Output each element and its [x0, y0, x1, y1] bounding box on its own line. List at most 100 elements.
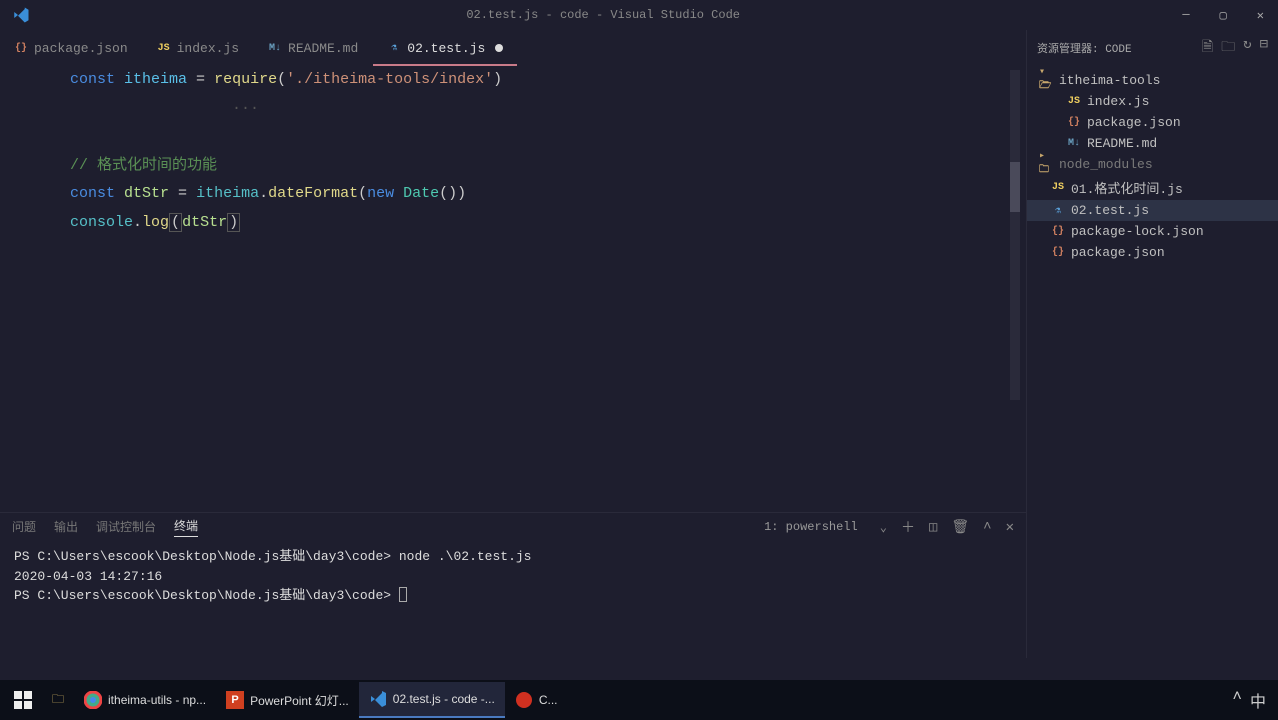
- code-line-3: console.log(dtStr): [70, 209, 1006, 238]
- md-icon: M↓: [268, 41, 282, 55]
- file-index-js[interactable]: JS index.js: [1027, 91, 1278, 112]
- tray-ime-icon[interactable]: 中: [1250, 688, 1266, 712]
- editor-area[interactable]: const itheima = require('./itheima-tools…: [0, 66, 1026, 492]
- terminal-actions: 1: powershell ⌄ ＋ ◫ 🗑 ˄ ✕: [756, 517, 1014, 537]
- terminal-shell-selector[interactable]: 1: powershell: [756, 519, 866, 535]
- code-blank: [70, 123, 1006, 152]
- tree-label: index.js: [1087, 94, 1149, 109]
- tree-label: 01.格式化时间.js: [1071, 178, 1183, 197]
- file-package-lock-json[interactable]: {} package-lock.json: [1027, 221, 1278, 242]
- title-bar: 02.test.js - code - Visual Studio Code ─…: [0, 0, 1278, 30]
- tab-label: 02.test.js: [407, 41, 485, 56]
- new-folder-icon[interactable]: 🗀: [1221, 36, 1235, 60]
- start-button[interactable]: [4, 682, 42, 718]
- taskbar-chrome[interactable]: itheima-utils - np...: [74, 682, 216, 718]
- tab-package-json[interactable]: {} package.json: [0, 30, 143, 66]
- minimize-button[interactable]: ─: [1176, 6, 1195, 25]
- file-package-json[interactable]: {} package.json: [1027, 112, 1278, 133]
- tab-index-js[interactable]: JS index.js: [143, 30, 254, 66]
- js-icon: ⚗: [387, 41, 401, 55]
- collapse-icon[interactable]: ⊟: [1260, 36, 1268, 60]
- maximize-panel-icon[interactable]: ˄: [983, 519, 991, 535]
- window-controls: ─ ▢ ✕: [1176, 6, 1270, 25]
- taskbar-powerpoint[interactable]: P PowerPoint 幻灯...: [216, 682, 359, 718]
- code-editor[interactable]: const itheima = require('./itheima-tools…: [0, 66, 1026, 237]
- vscode-icon: [369, 690, 387, 708]
- new-terminal-icon[interactable]: ＋: [901, 517, 915, 537]
- panel-tab-problems[interactable]: 问题: [12, 518, 36, 537]
- explorer-title: 资源管理器: CODE: [1037, 40, 1194, 56]
- code-comment: // 格式化时间的功能: [70, 152, 1006, 181]
- vscode-logo-icon: [12, 6, 30, 24]
- file-01-format-js[interactable]: JS 01.格式化时间.js: [1027, 175, 1278, 200]
- json-icon: {}: [1067, 116, 1081, 130]
- file-tree: ▾ 🗁 itheima-tools JS index.js {} package…: [1027, 66, 1278, 267]
- taskbar-app-c[interactable]: C...: [505, 682, 568, 718]
- windows-taskbar: 🗀 itheima-utils - np... P PowerPoint 幻灯.…: [0, 680, 1278, 720]
- system-tray[interactable]: ˄ 中: [1232, 688, 1274, 712]
- close-panel-icon[interactable]: ✕: [1006, 519, 1014, 536]
- taskbar-label: PowerPoint 幻灯...: [250, 692, 349, 709]
- terminal-panel: 问题 输出 调试控制台 终端 1: powershell ⌄ ＋ ◫ 🗑 ˄ ✕…: [0, 512, 1026, 680]
- folder-itheima-tools[interactable]: ▾ 🗁 itheima-tools: [1027, 70, 1278, 91]
- chevron-down-icon[interactable]: ⌄: [880, 520, 887, 535]
- taskbar-label: itheima-utils - np...: [108, 693, 206, 707]
- taskbar-label: C...: [539, 693, 558, 707]
- file-readme-md[interactable]: M↓ README.md: [1027, 133, 1278, 154]
- circle-icon: [515, 691, 533, 709]
- explorer-header: 资源管理器: CODE 🗎 🗀 ↻ ⊟: [1027, 30, 1278, 66]
- folder-node-modules[interactable]: ▸ 🗀 node_modules: [1027, 154, 1278, 175]
- tree-label: README.md: [1087, 136, 1157, 151]
- folder-icon: ▸ 🗀: [1039, 158, 1053, 172]
- chrome-icon: [84, 691, 102, 709]
- powerpoint-icon: P: [226, 691, 244, 709]
- js-icon: JS: [1051, 181, 1065, 195]
- window-title: 02.test.js - code - Visual Studio Code: [30, 8, 1176, 22]
- folder-icon: 🗀: [52, 690, 64, 711]
- folder-open-icon: ▾ 🗁: [1039, 74, 1053, 88]
- tab-label: index.js: [177, 41, 239, 56]
- maximize-button[interactable]: ▢: [1214, 6, 1233, 25]
- panel-tab-output[interactable]: 输出: [54, 518, 78, 537]
- tree-label: itheima-tools: [1059, 73, 1160, 88]
- code-fold-dots: ···: [70, 95, 1006, 124]
- file-root-package-json[interactable]: {} package.json: [1027, 242, 1278, 263]
- tree-label: package.json: [1071, 245, 1165, 260]
- code-line-1: const itheima = require('./itheima-tools…: [70, 66, 1006, 95]
- json-icon: {}: [1051, 225, 1065, 239]
- editor-scrollbar[interactable]: [1010, 70, 1020, 400]
- split-terminal-icon[interactable]: ◫: [929, 519, 937, 536]
- panel-tabs: 问题 输出 调试控制台 终端 1: powershell ⌄ ＋ ◫ 🗑 ˄ ✕: [0, 513, 1026, 541]
- taskbar-label: 02.test.js - code -...: [393, 692, 495, 706]
- close-button[interactable]: ✕: [1251, 6, 1270, 25]
- scrollbar-thumb[interactable]: [1010, 162, 1020, 212]
- panel-tab-terminal[interactable]: 终端: [174, 517, 198, 537]
- tab-readme-md[interactable]: M↓ README.md: [254, 30, 373, 66]
- tree-label: package-lock.json: [1071, 224, 1204, 239]
- terminal-line: PS C:\Users\escook\Desktop\Node.js基础\day…: [14, 547, 1012, 567]
- code-line-2: const dtStr = itheima.dateFormat(new Dat…: [70, 180, 1006, 209]
- tree-label: package.json: [1087, 115, 1181, 130]
- json-icon: {}: [14, 41, 28, 55]
- file-02-test-js[interactable]: ⚗ 02.test.js: [1027, 200, 1278, 221]
- tray-up-icon[interactable]: ˄: [1232, 688, 1242, 712]
- test-icon: ⚗: [1051, 204, 1065, 218]
- tab-label: package.json: [34, 41, 128, 56]
- file-explorer-button[interactable]: 🗀: [42, 682, 74, 718]
- taskbar-vscode[interactable]: 02.test.js - code -...: [359, 682, 505, 718]
- tab-02-test-js[interactable]: ⚗ 02.test.js: [373, 30, 518, 66]
- windows-icon: [14, 691, 32, 709]
- js-icon: JS: [1067, 95, 1081, 109]
- panel-tab-debug[interactable]: 调试控制台: [96, 518, 156, 537]
- terminal-line: 2020-04-03 14:27:16: [14, 567, 1012, 587]
- md-icon: M↓: [1067, 137, 1081, 151]
- tab-dirty-indicator: [495, 44, 503, 52]
- refresh-icon[interactable]: ↻: [1243, 36, 1251, 60]
- terminal-output[interactable]: PS C:\Users\escook\Desktop\Node.js基础\day…: [0, 541, 1026, 680]
- new-file-icon[interactable]: 🗎: [1202, 36, 1213, 60]
- js-icon: JS: [157, 41, 171, 55]
- explorer-sidebar: 资源管理器: CODE 🗎 🗀 ↻ ⊟ ▾ 🗁 itheima-tools JS…: [1026, 30, 1278, 658]
- kill-terminal-icon[interactable]: 🗑: [951, 519, 969, 536]
- json-icon: {}: [1051, 246, 1065, 260]
- tree-label: 02.test.js: [1071, 203, 1149, 218]
